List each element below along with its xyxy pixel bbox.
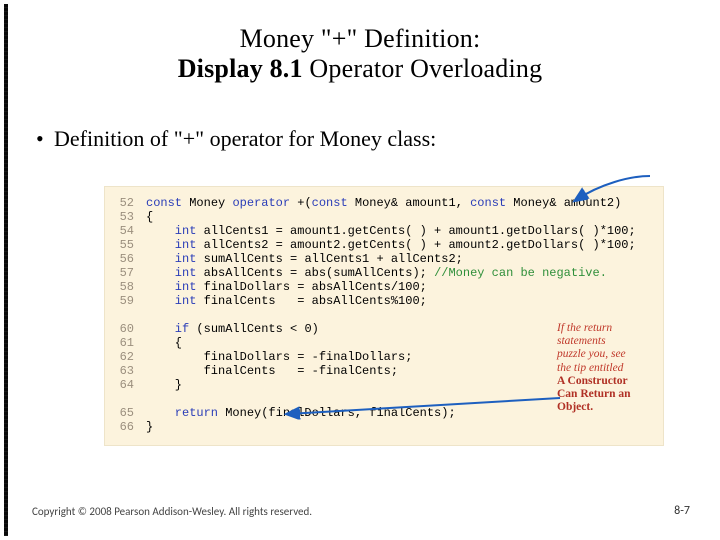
code-line: { [146,210,153,224]
line-number: 53 [104,210,134,224]
code-line: int sumAllCents = allCents1 + allCents2; [146,252,463,266]
code-line: finalCents = -finalCents; [146,364,398,378]
line-number: 52 [104,196,134,210]
slide: Money "+" Definition: Display 8.1 Operat… [0,0,720,540]
bullet-area: •Definition of "+" operator for Money cl… [36,124,700,154]
bullet-dot: • [36,124,54,154]
code-line: } [146,420,153,434]
token-text: allCents1 = amount1.getCents( ) + amount… [196,224,635,238]
code-line: { [146,336,182,350]
token-keyword: int [146,252,196,266]
token-text: sumAllCents = allCents1 + allCents2; [196,252,462,266]
token-keyword: int [146,280,196,294]
title-line-1: Money "+" Definition: [0,24,720,54]
arrow-top-icon [570,170,662,210]
token-text: +( [290,196,312,210]
line-number: 60 [104,322,134,336]
code-line: const Money operator +(const Money& amou… [146,196,621,210]
token-keyword: int [146,294,196,308]
token-keyword: int [146,238,196,252]
bullet-text: Definition of "+" operator for Money cla… [54,126,436,151]
line-number: 59 [104,294,134,308]
token-text: Money [182,196,232,210]
line-number: 61 [104,336,134,350]
token-text: (sumAllCents < 0) [189,322,319,336]
token-text: finalCents = absAllCents%100; [196,294,426,308]
token-keyword: return [146,406,218,420]
bullet-item: •Definition of "+" operator for Money cl… [36,124,700,154]
code-line: int finalDollars = absAllCents/100; [146,280,427,294]
code-line: finalDollars = -finalDollars; [146,350,412,364]
code-line: int finalCents = absAllCents%100; [146,294,427,308]
arrow-bottom-icon [280,396,570,426]
code-line: int allCents2 = amount2.getCents( ) + am… [146,238,636,252]
token-keyword: const [146,196,182,210]
code-line: int allCents1 = amount1.getCents( ) + am… [146,224,636,238]
token-text: absAllCents = abs(sumAllCents); [196,266,434,280]
line-number: 58 [104,280,134,294]
token-keyword: const [312,196,348,210]
token-comment: //Money can be negative. [434,266,607,280]
title-display-label: Display 8.1 [178,54,303,83]
code-line: } [146,378,182,392]
token-keyword: const [470,196,506,210]
line-number: 57 [104,266,134,280]
title-rest: Operator Overloading [303,54,543,83]
title-block: Money "+" Definition: Display 8.1 Operat… [0,24,720,84]
copyright-footer: Copyright © 2008 Pearson Addison-Wesley.… [32,505,312,518]
line-number: 54 [104,224,134,238]
token-keyword: if [146,322,189,336]
token-keyword: operator [232,196,290,210]
page-number: 8-7 [674,504,690,518]
token-keyword: int [146,266,196,280]
token-text: Money& amount1, [348,196,470,210]
title-line-2: Display 8.1 Operator Overloading [0,54,720,84]
token-text: allCents2 = amount2.getCents( ) + amount… [196,238,635,252]
line-number: 65 [104,406,134,420]
line-number: 62 [104,350,134,364]
line-number: 56 [104,252,134,266]
line-number: 66 [104,420,134,434]
code-line: if (sumAllCents < 0) [146,322,319,336]
line-number: 55 [104,238,134,252]
line-number: 64 [104,378,134,392]
line-number-gutter: 52 53 54 55 56 57 58 59 60 61 62 63 64 6… [104,186,136,446]
token-text: finalDollars = absAllCents/100; [196,280,426,294]
token-keyword: int [146,224,196,238]
code-line: int absAllCents = abs(sumAllCents); //Mo… [146,266,607,280]
line-number: 63 [104,364,134,378]
